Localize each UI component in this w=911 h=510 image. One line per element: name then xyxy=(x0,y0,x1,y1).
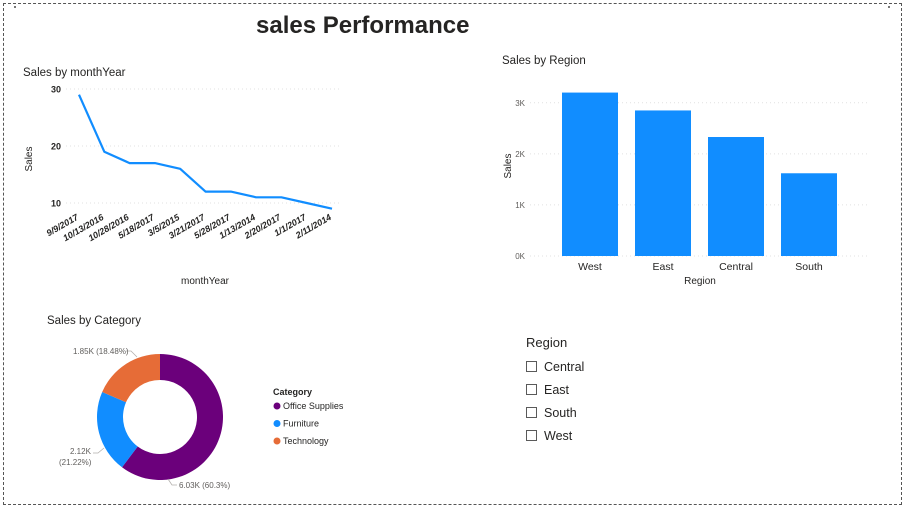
checkbox[interactable] xyxy=(526,407,537,418)
slicer-item-east[interactable]: East xyxy=(526,378,584,401)
legend-item-label: Technology xyxy=(283,436,329,446)
slicer-title: Region xyxy=(526,335,568,350)
slicer-item-label: West xyxy=(544,428,573,443)
slicer-item-central[interactable]: Central xyxy=(526,355,584,378)
data-label: 1.85K (18.48%) xyxy=(73,347,129,356)
legend-item-label: Furniture xyxy=(283,419,319,429)
slicer-item-west[interactable]: West xyxy=(526,424,584,447)
legend-title: Category xyxy=(273,387,312,397)
legend-marker xyxy=(273,402,281,410)
checkbox[interactable] xyxy=(526,430,537,441)
legend-marker xyxy=(273,437,281,445)
data-label: 2.12K xyxy=(70,447,92,456)
leader-line xyxy=(167,478,177,486)
slicer-item-south[interactable]: South xyxy=(526,401,584,424)
data-label: (21.22%) xyxy=(59,458,92,467)
legend-marker xyxy=(273,420,281,427)
region-slicer: Region Central East South West xyxy=(526,335,584,447)
slicer-item-label: Central xyxy=(544,359,585,374)
slicer-item-label: East xyxy=(544,382,570,397)
donut-slice xyxy=(102,354,160,403)
slicer-item-label: South xyxy=(544,405,577,420)
checkbox[interactable] xyxy=(526,361,537,372)
legend-item-label: Office Supplies xyxy=(283,401,344,411)
checkbox[interactable] xyxy=(526,384,537,395)
data-label: 6.03K (60.3%) xyxy=(179,481,230,490)
donut-chart[interactable]: 1.85K (18.48%) 2.12K (21.22%) 6.03K (60.3%)… xyxy=(0,0,911,510)
leader-line xyxy=(93,447,105,454)
